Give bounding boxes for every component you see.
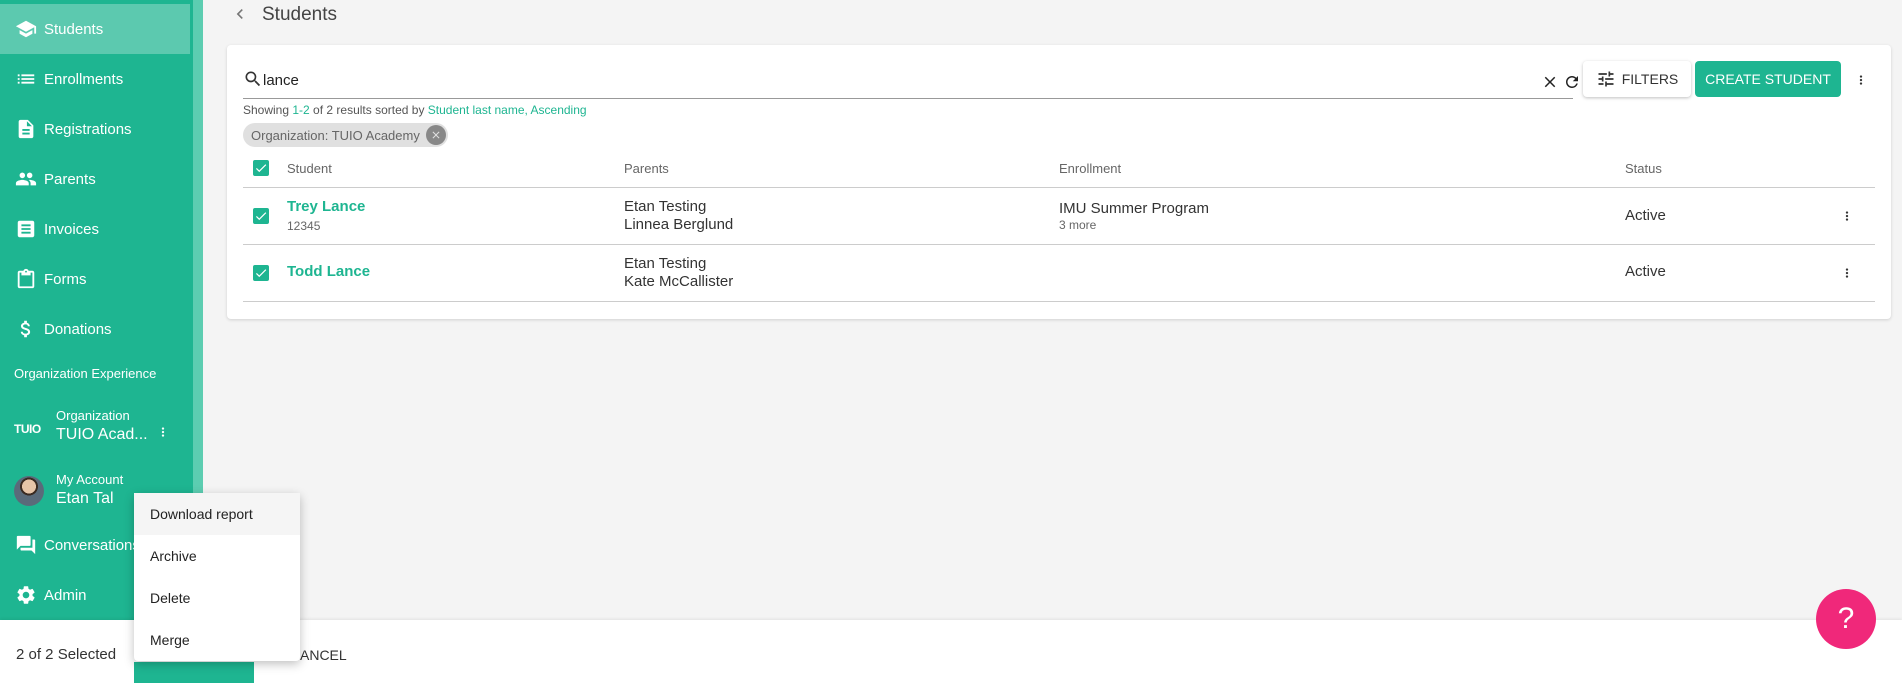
search-icon [243,69,263,89]
org-name: TUIO Acad... [56,426,148,443]
back-arrow-icon[interactable] [230,4,250,24]
menu-item-merge[interactable]: Merge [134,619,300,661]
filter-chip-label: Organization: TUIO Academy [251,127,420,143]
filters-button[interactable]: FILTERS [1583,61,1691,97]
sidebar-item-label: Conversations [44,536,140,554]
page-title: Students [262,4,337,25]
filters-label: FILTERS [1621,71,1679,87]
results-middle: of 2 results sorted by [309,103,428,117]
parent-name: Linnea Berglund [624,216,734,233]
actions-menu: Download report Archive Delete Merge [134,493,300,661]
students-card: FILTERS CREATE STUDENT Showing 1-2 of 2 … [227,45,1891,319]
divider [243,187,1875,188]
column-header-status[interactable]: Status [1625,161,1662,176]
sidebar-item-donations[interactable]: Donations [0,304,190,354]
student-name-link[interactable]: Trey Lance [287,198,365,215]
status-text: Active [1625,263,1666,280]
sidebar-item-parents[interactable]: Parents [0,154,190,204]
account-name: Etan Tal [56,490,114,507]
column-header-parents[interactable]: Parents [624,161,669,176]
refresh-icon[interactable] [1563,73,1581,91]
invoice-icon [14,217,38,241]
enrollment-more[interactable]: 3 more [1059,218,1096,232]
selected-count: 2 of 2 Selected [16,646,117,663]
org-switcher[interactable]: TUIO Organization TUIO Acad... [0,400,190,460]
tune-icon [1598,71,1614,87]
results-range: 1-2 [292,103,310,117]
results-prefix: Showing [243,103,293,117]
sort-direction-link[interactable]: Ascending [531,103,587,117]
column-header-enrollment[interactable]: Enrollment [1059,161,1121,176]
menu-item-archive[interactable]: Archive [134,535,300,577]
search-bar [243,65,1578,99]
sort-field-link[interactable]: Student last name [428,103,525,117]
select-all-checkbox[interactable] [253,160,269,176]
sidebar-item-label: Invoices [44,220,100,238]
clear-search-icon[interactable] [1541,73,1559,91]
sidebar-item-forms[interactable]: Forms [0,254,190,304]
divider [243,301,1875,302]
graduation-cap-icon [14,17,38,41]
sidebar-item-label: Forms [44,270,87,288]
sidebar-item-students[interactable]: Students [0,4,190,54]
section-label-organization-experience: Organization Experience [14,366,157,381]
gear-icon [14,583,38,607]
row-checkbox[interactable] [253,265,269,281]
enrollment-name: IMU Summer Program [1059,200,1210,217]
people-icon [14,167,38,191]
clipboard-icon [14,267,38,291]
divider [243,244,1875,245]
sidebar-item-label: Parents [44,170,96,188]
document-icon [14,117,38,141]
sidebar-item-label: Donations [44,320,112,338]
sidebar-item-label: Registrations [44,120,132,138]
actions-button[interactable] [134,662,254,683]
status-text: Active [1625,207,1666,224]
account-sub-label: My Account [56,472,124,487]
more-options-icon[interactable] [1854,69,1868,91]
sidebar-item-registrations[interactable]: Registrations [0,104,190,154]
column-header-student[interactable]: Student [287,161,332,176]
org-sub-label: Organization [56,408,130,423]
sidebar-item-label: Enrollments [44,70,124,88]
parent-name: Etan Testing [624,198,707,215]
results-summary: Showing 1-2 of 2 results sorted by Stude… [243,103,587,117]
row-more-icon[interactable] [1840,205,1854,227]
close-icon[interactable] [425,125,446,145]
org-more-icon[interactable] [156,420,170,444]
menu-item-delete[interactable]: Delete [134,577,300,619]
create-student-button[interactable]: CREATE STUDENT [1695,61,1841,97]
chat-icon [14,533,38,557]
row-checkbox[interactable] [253,208,269,224]
sidebar-item-enrollments[interactable]: Enrollments [0,54,190,104]
list-icon [14,67,38,91]
dollar-icon [14,317,38,341]
student-name-link[interactable]: Todd Lance [287,263,370,280]
cancel-button[interactable]: ANCEL [300,647,347,663]
parent-name: Kate McCallister [624,273,734,290]
student-id: 12345 [287,219,321,233]
sidebar-item-label: Students [44,20,104,38]
parent-name: Etan Testing [624,255,707,272]
help-button[interactable]: ? [1816,589,1876,649]
search-input[interactable] [263,67,1503,93]
org-logo: TUIO [14,422,41,436]
sidebar-item-label: Admin [44,586,87,604]
menu-item-download-report[interactable]: Download report [134,493,300,535]
filter-chip: Organization: TUIO Academy [243,123,448,147]
sidebar-item-invoices[interactable]: Invoices [0,204,190,254]
avatar [14,476,44,506]
row-more-icon[interactable] [1840,262,1854,284]
